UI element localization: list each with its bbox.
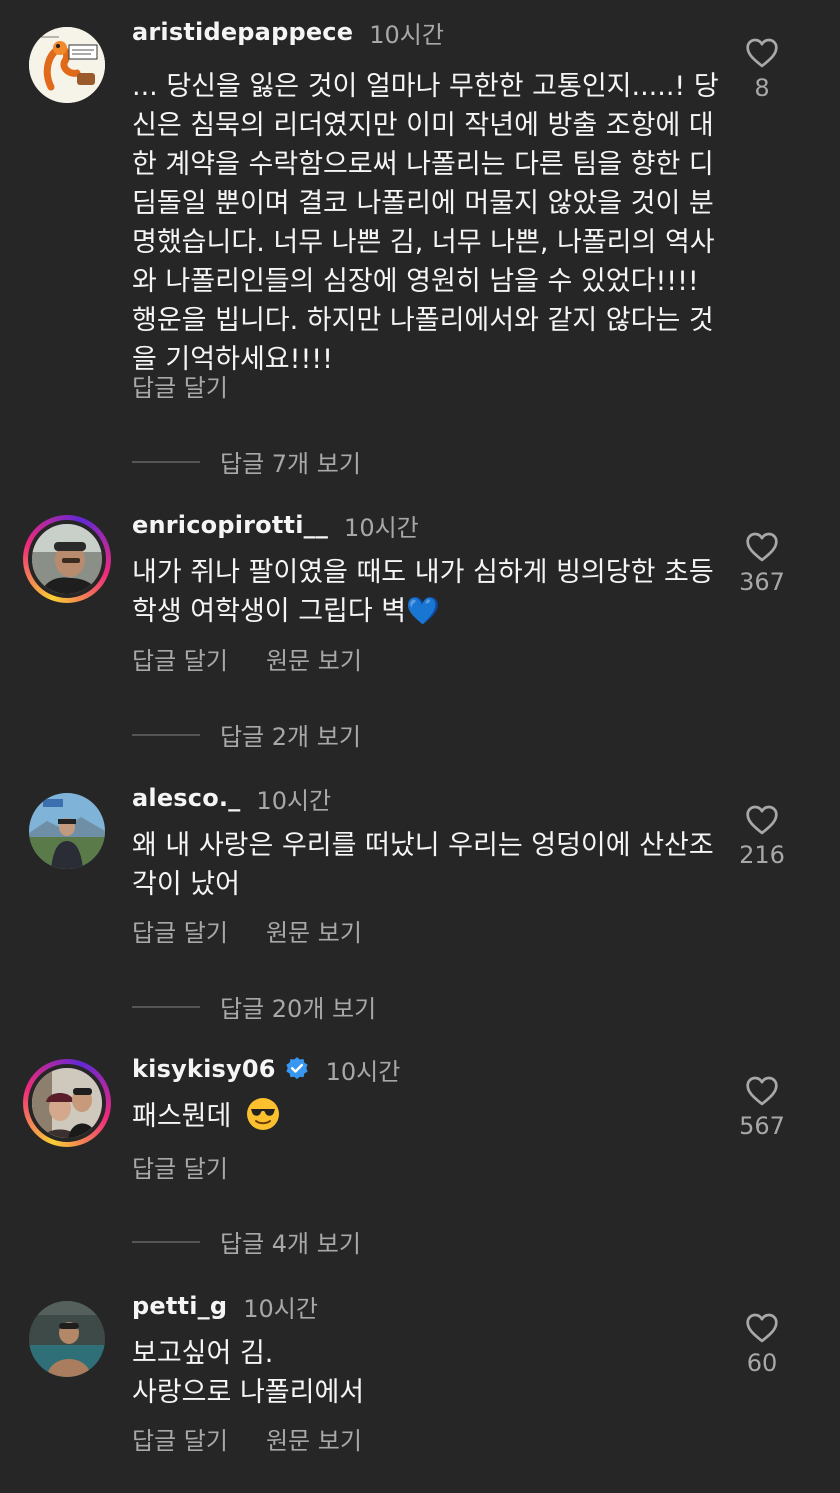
view-replies-button[interactable]: 답글 7개 보기	[132, 444, 361, 479]
username[interactable]: kisykisy06	[132, 1055, 276, 1083]
divider	[132, 733, 200, 736]
timestamp: 10시간	[325, 1057, 401, 1086]
like-group: 8	[726, 38, 798, 102]
like-count: 216	[739, 841, 785, 869]
comments-list: aristidepappece 10시간 ... 당신을 잃은 것이 얼마나 무…	[0, 0, 840, 1493]
timestamp: 10시간	[344, 513, 419, 542]
timestamp: 10시간	[243, 1294, 318, 1323]
comment-text-content: 패스뭔데	[132, 1101, 232, 1132]
comment-text: 내가 쥐나 팔이였을 때도 내가 심하게 빙의당한 초등학생 여학생이 그립다 …	[132, 553, 732, 631]
heart-outline-icon[interactable]	[745, 1313, 779, 1343]
like-count: 367	[739, 568, 785, 596]
divider	[132, 1240, 200, 1243]
view-replies-button[interactable]: 답글 20개 보기	[132, 989, 376, 1024]
like-count: 8	[754, 74, 770, 102]
divider	[132, 1005, 200, 1008]
like-count: 60	[746, 1349, 778, 1377]
heart-outline-icon[interactable]	[745, 532, 779, 562]
reply-button[interactable]: 답글 달기	[132, 1421, 228, 1456]
username[interactable]: petti_g	[132, 1292, 227, 1320]
view-replies-label: 답글 20개 보기	[220, 995, 377, 1023]
comment-text: 보고싶어 김. 사랑으로 나폴리에서	[132, 1334, 732, 1412]
reply-button[interactable]: 답글 달기	[132, 1149, 228, 1184]
avatar[interactable]	[29, 1301, 105, 1377]
heart-outline-icon[interactable]	[745, 38, 779, 68]
heart-outline-icon[interactable]	[745, 1076, 779, 1106]
view-replies-label: 답글 4개 보기	[220, 1230, 361, 1258]
timestamp: 10시간	[256, 786, 332, 815]
avatar[interactable]	[23, 1059, 111, 1147]
blue-heart-icon: 💙	[406, 596, 440, 627]
view-replies-label: 답글 2개 보기	[220, 723, 361, 751]
see-original-button[interactable]: 원문 보기	[266, 641, 362, 676]
like-group: 367	[726, 532, 798, 596]
reply-button[interactable]: 답글 달기	[132, 913, 228, 948]
reply-button[interactable]: 답글 달기	[132, 368, 228, 403]
view-replies-button[interactable]: 답글 2개 보기	[132, 717, 361, 752]
comment-text: 왜 내 사랑은 우리를 떠났니 우리는 엉덩이에 산산조각이 났어	[132, 830, 714, 900]
view-replies-button[interactable]: 답글 4개 보기	[132, 1224, 361, 1259]
timestamp: 10시간	[369, 20, 444, 49]
divider	[132, 460, 200, 463]
username[interactable]: enricopirotti__	[132, 511, 328, 539]
comment-text-line: 사랑으로 나폴리에서	[132, 1377, 365, 1408]
username[interactable]: alesco._	[132, 784, 240, 812]
username[interactable]: aristidepappece	[132, 18, 353, 46]
comment-text: 패스뭔데	[132, 1097, 732, 1136]
heart-outline-icon[interactable]	[745, 805, 779, 835]
avatar[interactable]	[29, 793, 105, 869]
sunglasses-emoji-icon	[246, 1098, 279, 1130]
see-original-button[interactable]: 원문 보기	[266, 913, 362, 948]
avatar[interactable]	[23, 515, 111, 603]
like-group: 60	[726, 1313, 798, 1377]
avatar[interactable]	[29, 27, 105, 103]
like-group: 567	[726, 1076, 798, 1140]
like-group: 216	[726, 805, 798, 869]
reply-button[interactable]: 답글 달기	[132, 641, 228, 676]
comment-text-line: 보고싶어 김.	[132, 1338, 274, 1369]
like-count: 567	[739, 1112, 785, 1140]
view-replies-label: 답글 7개 보기	[220, 450, 361, 478]
verified-badge-icon	[286, 1057, 308, 1080]
see-original-button[interactable]: 원문 보기	[266, 1421, 362, 1456]
comment-text: ... 당신을 잃은 것이 얼마나 무한한 고통인지.....! 당신은 침묵의…	[132, 71, 719, 375]
